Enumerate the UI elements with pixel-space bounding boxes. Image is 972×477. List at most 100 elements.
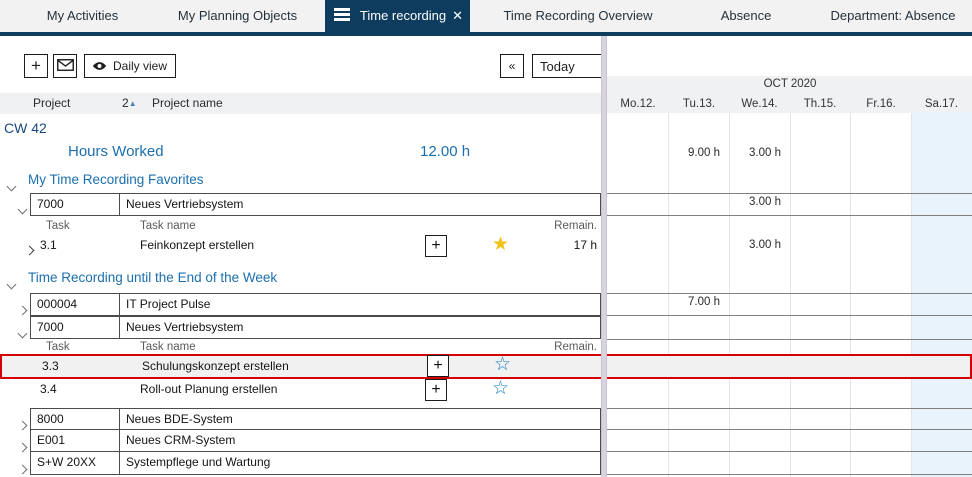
chevron-right-icon[interactable] xyxy=(26,241,33,259)
tab-time-recording[interactable]: Time recording ✕ xyxy=(325,0,470,32)
add-time-entry-button[interactable]: + xyxy=(427,355,449,377)
tab-department-absence[interactable]: Department: Absence xyxy=(822,0,964,32)
day-header-tu: Tu.13. xyxy=(669,95,729,113)
tab-my-activities[interactable]: My Activities xyxy=(10,0,155,32)
chevron-down-icon[interactable] xyxy=(19,324,26,342)
task-name[interactable]: Schulungskonzept erstellen xyxy=(142,359,289,373)
tab-bar-underline xyxy=(0,32,972,36)
project-id-cell[interactable]: 7000 xyxy=(30,316,120,339)
sort-ascending-icon: ▲ xyxy=(129,99,137,108)
day-header-fr: Fr.16. xyxy=(851,95,911,113)
chevron-right-icon[interactable] xyxy=(19,460,26,477)
day-header-mo: Mo.12. xyxy=(608,95,668,113)
project-name-cell[interactable]: Neues Vertriebsystem xyxy=(119,193,601,216)
grid-column-line xyxy=(790,113,791,477)
day-hours-cell[interactable]: 7.00 h xyxy=(669,296,725,308)
star-outline-icon[interactable]: ☆ xyxy=(494,355,511,375)
tab-time-recording-label: Time recording xyxy=(356,0,450,32)
project-id-cell[interactable]: S+W 20XX xyxy=(30,451,120,475)
tab-time-recording-overview[interactable]: Time Recording Overview xyxy=(488,0,668,32)
task-name[interactable]: Roll-out Planung erstellen xyxy=(140,382,277,396)
project-id-cell[interactable]: 000004 xyxy=(30,293,120,316)
grid-row-line xyxy=(607,408,972,409)
grid-column-line xyxy=(850,113,851,477)
project-name-cell[interactable]: Systempflege und Wartung xyxy=(119,451,601,475)
project-id-cell[interactable]: E001 xyxy=(30,429,120,452)
selected-task-row[interactable]: 3.3 Schulungskonzept erstellen + ☆ xyxy=(0,354,972,379)
plus-icon: + xyxy=(31,56,41,76)
grid-column-line xyxy=(911,113,912,477)
grid-row-line xyxy=(607,339,972,340)
task-column-label: Task xyxy=(46,220,70,232)
panel-splitter[interactable] xyxy=(601,36,607,477)
hours-worked-total: 12.00 h xyxy=(420,143,470,160)
calendar-month-label: OCT 2020 xyxy=(608,78,972,90)
day-hours-cell[interactable]: 9.00 h xyxy=(669,147,725,159)
chevron-down-icon[interactable] xyxy=(8,177,15,195)
today-button-label: Today xyxy=(540,59,575,74)
project-id-cell[interactable]: 8000 xyxy=(30,408,120,430)
previous-week-button[interactable]: « xyxy=(500,54,524,78)
project-column-header: Project 2▲ Project name xyxy=(0,93,601,114)
grid-column-line xyxy=(729,113,730,477)
remain-column-label: Remain. xyxy=(450,220,597,232)
project-name-cell[interactable]: Neues BDE-System xyxy=(119,408,601,430)
grid-column-line xyxy=(668,113,669,477)
remain-column-label: Remain. xyxy=(450,341,597,353)
favorites-section-title[interactable]: My Time Recording Favorites xyxy=(28,172,204,187)
tab-bar: My Activities My Planning Objects Time r… xyxy=(0,0,972,32)
hamburger-icon[interactable] xyxy=(334,8,350,21)
task-id[interactable]: 3.1 xyxy=(40,238,57,252)
day-header-sa: Sa.17. xyxy=(911,95,972,113)
task-name-column-label: Task name xyxy=(140,220,196,232)
star-filled-icon[interactable]: ★ xyxy=(492,235,509,255)
chevron-right-icon[interactable] xyxy=(19,438,26,456)
project-name-cell[interactable]: Neues Vertriebsystem xyxy=(119,316,601,339)
eye-icon xyxy=(92,59,107,74)
add-button[interactable]: + xyxy=(24,54,48,78)
task-name-column-label: Task name xyxy=(140,341,196,353)
day-header-th: Th.15. xyxy=(790,95,850,113)
task-remaining-hours: 17 h xyxy=(540,238,597,252)
add-time-entry-button[interactable]: + xyxy=(425,235,447,257)
day-hours-cell[interactable]: 3.00 h xyxy=(730,196,786,208)
task-id[interactable]: 3.4 xyxy=(40,382,57,396)
mail-button[interactable] xyxy=(53,54,77,78)
chevron-down-icon[interactable] xyxy=(19,200,26,218)
grid-row-line xyxy=(607,293,972,294)
daily-view-button[interactable]: Daily view xyxy=(84,54,176,78)
tab-absence[interactable]: Absence xyxy=(690,0,802,32)
daily-view-label: Daily view xyxy=(113,59,167,73)
column-project-label[interactable]: Project xyxy=(33,93,70,114)
chevron-left-icon: « xyxy=(509,59,516,73)
chevron-right-icon[interactable] xyxy=(19,416,26,434)
saturday-column-highlight xyxy=(911,112,972,477)
today-button[interactable]: Today xyxy=(532,54,602,78)
grid-row-line xyxy=(607,315,972,316)
day-hours-cell[interactable]: 3.00 h xyxy=(730,239,786,251)
hours-worked-label: Hours Worked xyxy=(68,143,164,160)
project-id-cell[interactable]: 7000 xyxy=(30,193,120,216)
sort-order-number: 2 xyxy=(122,96,129,110)
grid-row-line xyxy=(607,451,972,452)
grid-row-line xyxy=(607,215,972,216)
column-project-name-label[interactable]: Project name xyxy=(152,93,223,114)
chevron-down-icon[interactable] xyxy=(8,275,15,293)
day-header-we: We.14. xyxy=(729,95,790,113)
envelope-icon xyxy=(57,59,74,74)
calendar-week-label: CW 42 xyxy=(4,120,47,136)
tab-my-planning-objects[interactable]: My Planning Objects xyxy=(160,0,315,32)
week-section-title[interactable]: Time Recording until the End of the Week xyxy=(28,270,277,285)
day-hours-cell[interactable]: 3.00 h xyxy=(730,147,786,159)
add-time-entry-button[interactable]: + xyxy=(425,379,447,401)
grid-row-line xyxy=(607,429,972,430)
task-id[interactable]: 3.3 xyxy=(42,359,59,373)
sort-badge[interactable]: 2▲ xyxy=(122,93,137,114)
project-name-cell[interactable]: IT Project Pulse xyxy=(119,293,601,316)
task-name[interactable]: Feinkonzept erstellen xyxy=(140,238,254,252)
chevron-right-icon[interactable] xyxy=(19,301,26,319)
close-icon[interactable]: ✕ xyxy=(452,0,463,32)
star-outline-icon[interactable]: ☆ xyxy=(492,379,509,399)
grid-row-line xyxy=(607,474,972,475)
project-name-cell[interactable]: Neues CRM-System xyxy=(119,429,601,452)
